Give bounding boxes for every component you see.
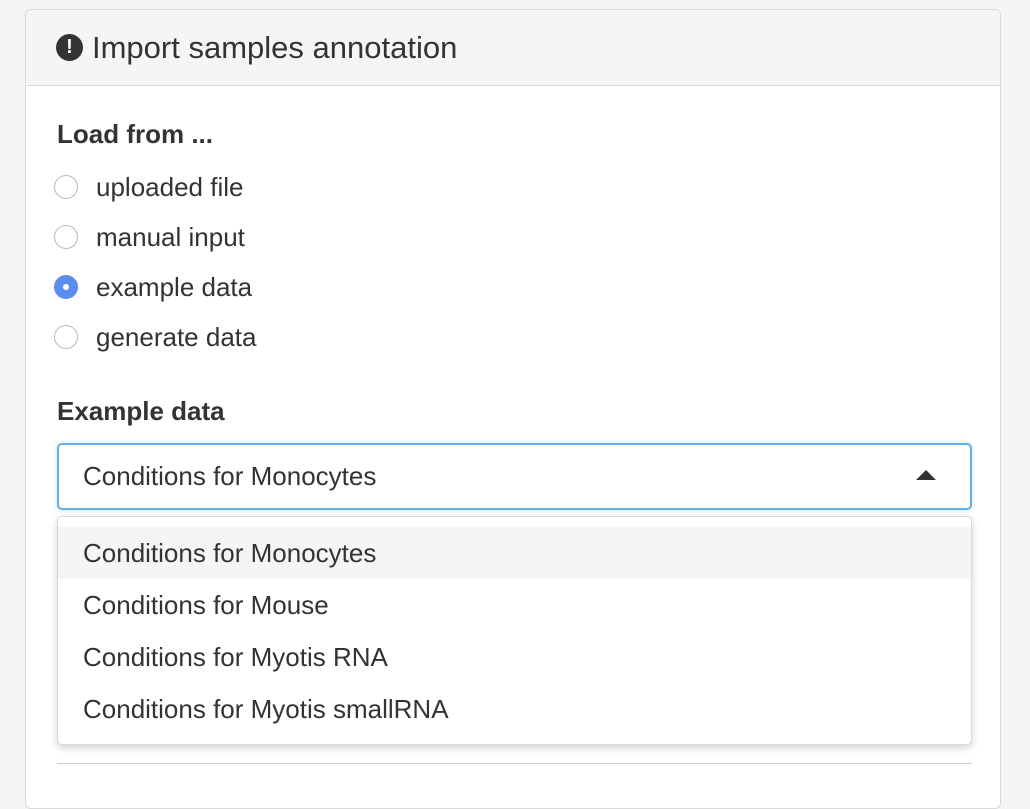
radio-label: manual input (96, 221, 245, 252)
divider (57, 763, 972, 764)
panel-title: Import samples annotation (92, 29, 458, 65)
load-from-label: Load from ... (57, 119, 213, 149)
radio-label: example data (96, 271, 253, 302)
dropdown-option-myotis-rna[interactable]: Conditions for Myotis RNA (58, 631, 971, 683)
exclamation-circle-icon: ! (56, 34, 83, 61)
example-data-dropdown: Conditions for Monocytes Conditions for … (57, 516, 972, 745)
caret-up-icon (916, 470, 936, 480)
panel-header: ! Import samples annotation (26, 10, 1000, 86)
dropdown-option-mouse[interactable]: Conditions for Mouse (58, 579, 971, 631)
dropdown-option-myotis-smallrna[interactable]: Conditions for Myotis smallRNA (58, 683, 971, 735)
select-value: Conditions for Monocytes (83, 461, 377, 491)
radio-manual-input[interactable]: manual input (54, 219, 245, 255)
radio-example-data[interactable]: example data (54, 269, 252, 305)
import-samples-panel: ! Import samples annotation Load from ..… (25, 9, 1001, 809)
example-data-label: Example data (57, 396, 225, 426)
radio-label: generate data (96, 321, 257, 352)
radio-button[interactable] (54, 175, 78, 199)
radio-button-selected[interactable] (54, 275, 78, 299)
radio-button[interactable] (54, 225, 78, 249)
radio-label: uploaded file (96, 171, 244, 202)
radio-generate-data[interactable]: generate data (54, 319, 256, 355)
radio-button[interactable] (54, 325, 78, 349)
radio-uploaded-file[interactable]: uploaded file (54, 169, 243, 205)
dropdown-option-monocytes[interactable]: Conditions for Monocytes (58, 527, 971, 579)
example-data-select[interactable]: Conditions for Monocytes (57, 443, 972, 510)
